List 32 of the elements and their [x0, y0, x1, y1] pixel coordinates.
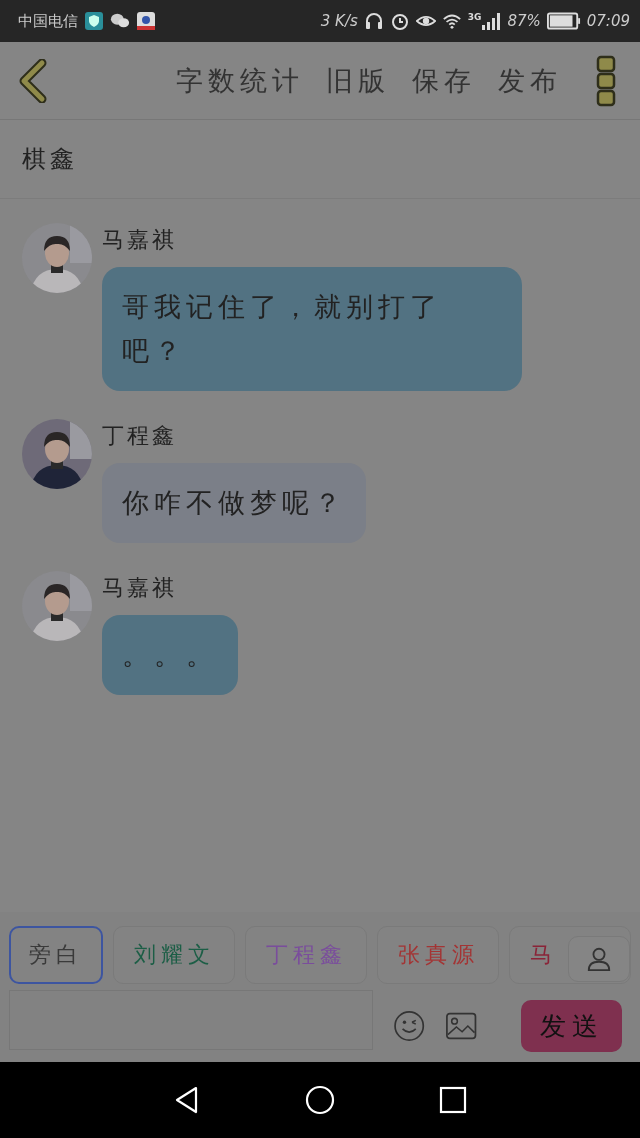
- person-icon: [586, 946, 612, 972]
- battery-percent: 87%: [507, 12, 541, 30]
- role-chip[interactable]: 旁白: [9, 926, 103, 984]
- send-button[interactable]: 发送: [521, 1000, 622, 1052]
- headphones-icon: [363, 11, 384, 31]
- message-bubble: 哥我记住了，就别打了吧？: [102, 267, 522, 391]
- message-bubble: 你咋不做梦呢？: [102, 463, 366, 543]
- role-chip[interactable]: 刘耀文: [113, 926, 235, 984]
- battery-icon: [546, 12, 581, 30]
- toolbar-action[interactable]: 旧版: [326, 62, 390, 99]
- message-bubble: 。。。: [102, 615, 238, 695]
- toolbar-action[interactable]: 保存: [412, 62, 476, 99]
- home-icon[interactable]: [305, 1085, 335, 1115]
- person-button[interactable]: [568, 936, 630, 982]
- image-icon[interactable]: [445, 1010, 478, 1042]
- menu-icon[interactable]: [596, 54, 616, 107]
- sender-name: 马嘉祺: [102, 574, 177, 602]
- sender-name: 丁程鑫: [102, 422, 177, 450]
- clock-time: 07:09: [586, 12, 630, 30]
- toolbar-action[interactable]: 发布: [498, 62, 562, 99]
- network-speed: 3 K/s: [320, 12, 358, 30]
- role-chip[interactable]: 张真源: [377, 926, 499, 984]
- carrier-name: 中国电信: [18, 11, 78, 31]
- toolbar-action[interactable]: 字数统计: [176, 62, 304, 99]
- story-title: 棋鑫: [22, 144, 78, 175]
- recent-apps-icon[interactable]: [438, 1085, 469, 1115]
- sender-name: 马嘉祺: [102, 226, 177, 254]
- smiley-icon[interactable]: [392, 1010, 426, 1042]
- alarm-clock-icon: [389, 11, 410, 31]
- shield-icon: [84, 11, 104, 31]
- signal-icon: [481, 11, 502, 31]
- network-type: 3G: [467, 12, 482, 22]
